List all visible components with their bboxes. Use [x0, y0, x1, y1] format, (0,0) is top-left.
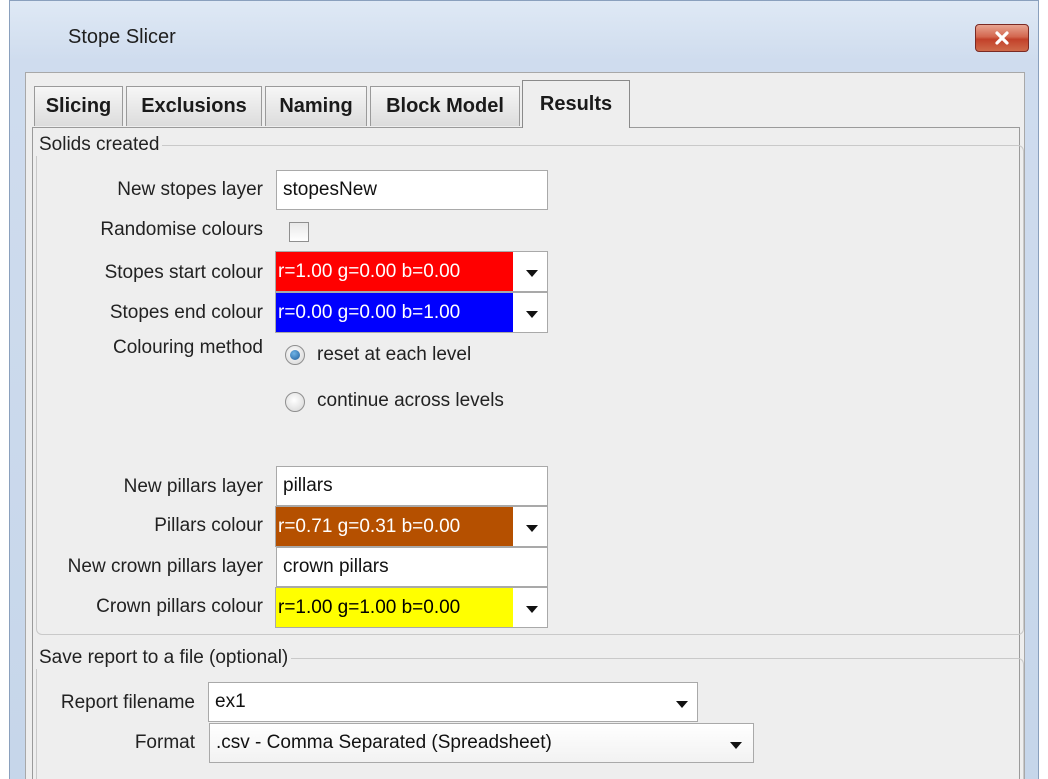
- new-pillars-layer-input[interactable]: pillars: [276, 466, 548, 506]
- stopes-end-colour-swatch: r=0.00 g=0.00 b=1.00: [276, 293, 513, 332]
- tab-block-model[interactable]: Block Model: [370, 86, 520, 126]
- radio-reset-at-each-level-label: reset at each level: [317, 344, 472, 365]
- tab-label: Slicing: [45, 95, 112, 117]
- colouring-method-label: Colouring method: [113, 337, 263, 358]
- randomise-colours-checkbox[interactable]: [289, 222, 309, 242]
- stopes-start-colour-picker[interactable]: r=1.00 g=0.00 b=0.00: [275, 251, 548, 292]
- new-crown-pillars-layer-input[interactable]: crown pillars: [276, 547, 548, 587]
- chevron-down-icon[interactable]: [526, 311, 538, 318]
- chevron-down-icon[interactable]: [526, 606, 538, 613]
- chevron-down-icon[interactable]: [676, 701, 688, 708]
- radio-selected-dot: [290, 350, 300, 360]
- window-title: Stope Slicer: [68, 26, 176, 48]
- crown-pillars-colour-label: Crown pillars colour: [96, 596, 263, 617]
- format-select[interactable]: .csv - Comma Separated (Spreadsheet): [209, 723, 754, 763]
- pillars-colour-swatch: r=0.71 g=0.31 b=0.00: [276, 507, 513, 546]
- tab-naming[interactable]: Naming: [265, 86, 367, 126]
- new-stopes-layer-label: New stopes layer: [117, 179, 263, 200]
- chevron-down-icon[interactable]: [730, 742, 742, 749]
- stopes-start-colour-swatch: r=1.00 g=0.00 b=0.00: [276, 252, 513, 291]
- pillars-colour-picker[interactable]: r=0.71 g=0.31 b=0.00: [275, 506, 548, 547]
- stopes-end-colour-label: Stopes end colour: [109, 302, 263, 323]
- report-filename-value: ex1: [215, 691, 246, 712]
- report-filename-combobox[interactable]: ex1: [208, 682, 698, 722]
- radio-reset-at-each-level[interactable]: [285, 345, 305, 365]
- save-report-title: Save report to a file (optional): [36, 647, 292, 669]
- crown-pillars-colour-swatch: r=1.00 g=1.00 b=0.00: [276, 588, 513, 627]
- crown-pillars-colour-picker[interactable]: r=1.00 g=1.00 b=0.00: [275, 587, 548, 628]
- close-icon: [995, 31, 1009, 45]
- tab-results[interactable]: Results: [522, 80, 630, 128]
- format-value: .csv - Comma Separated (Spreadsheet): [216, 732, 552, 753]
- chevron-down-icon[interactable]: [526, 270, 538, 277]
- new-crown-pillars-layer-label: New crown pillars layer: [67, 556, 263, 577]
- radio-continue-across-levels-label: continue across levels: [317, 390, 504, 411]
- pillars-colour-label: Pillars colour: [154, 515, 263, 536]
- tab-exclusions[interactable]: Exclusions: [126, 86, 262, 126]
- tab-label: Block Model: [386, 95, 504, 117]
- tab-slicing[interactable]: Slicing: [34, 86, 123, 126]
- tab-label: Exclusions: [141, 95, 247, 117]
- solids-created-title: Solids created: [36, 134, 163, 156]
- tab-label: Naming: [279, 95, 353, 117]
- stopes-start-colour-label: Stopes start colour: [104, 262, 263, 283]
- new-stopes-layer-input[interactable]: stopesNew: [276, 170, 548, 210]
- chevron-down-icon[interactable]: [526, 525, 538, 532]
- report-filename-label: Report filename: [60, 692, 195, 713]
- stopes-end-colour-picker[interactable]: r=0.00 g=0.00 b=1.00: [275, 292, 548, 333]
- new-pillars-layer-label: New pillars layer: [123, 476, 263, 497]
- close-button[interactable]: [975, 24, 1029, 52]
- randomise-colours-label: Randomise colours: [100, 219, 263, 240]
- radio-continue-across-levels[interactable]: [285, 392, 305, 412]
- format-label: Format: [134, 732, 195, 753]
- tab-label: Results: [539, 93, 613, 115]
